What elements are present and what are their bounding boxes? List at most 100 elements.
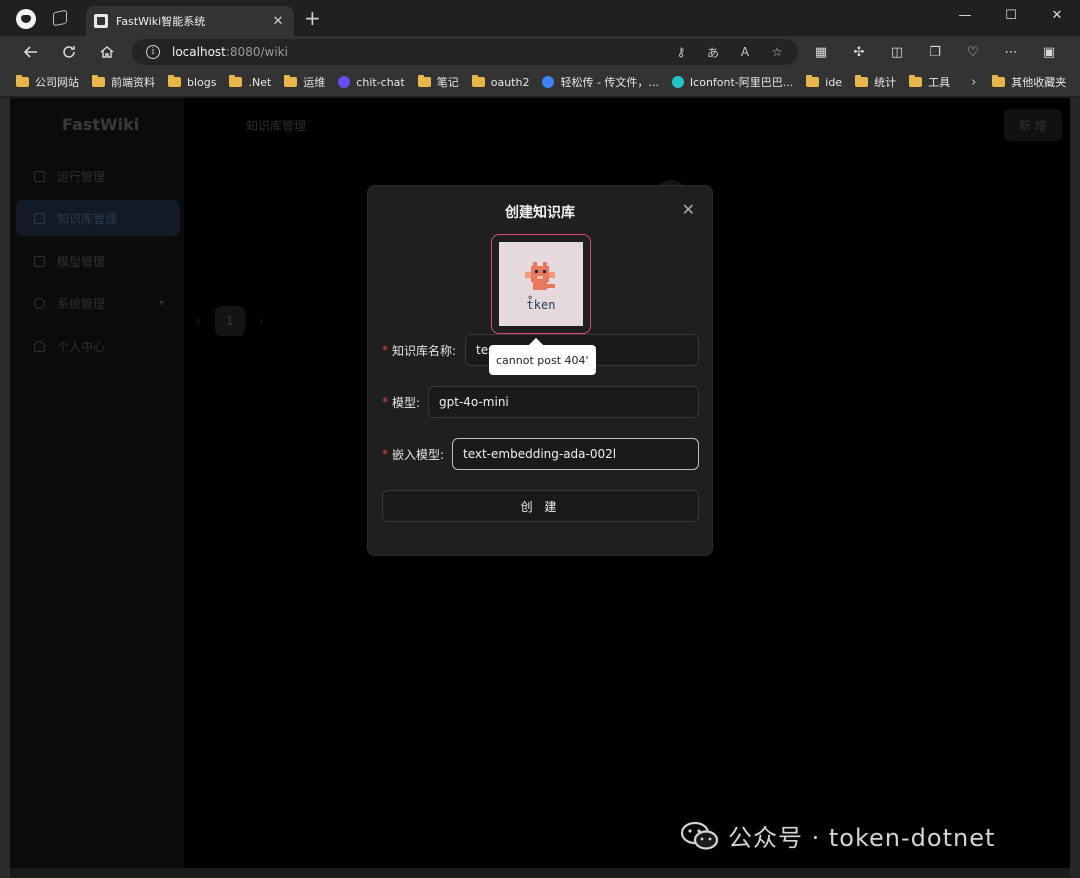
bookmark-item[interactable]: Iconfont-阿里巴巴... — [671, 74, 793, 90]
folder-icon — [229, 75, 243, 87]
folder-icon — [168, 75, 181, 87]
tab-bar: FastWiki智能系统 ✕ + — ☐ ✕ — [0, 0, 1080, 36]
model-select[interactable]: gpt-4o-mini — [428, 386, 699, 418]
pagination: ‹ 1 › — [196, 306, 264, 336]
create-knowledge-base-modal: 创建知识库 ✕ t̊ken * 知识库名称: tes cannot post 4… — [367, 185, 713, 556]
new-tab-button[interactable]: + — [304, 8, 321, 28]
wechat-watermark: 公众号 · token-dotnet — [680, 818, 995, 853]
collections-icon[interactable]: ❐ — [926, 43, 944, 61]
browser-chrome: FastWiki智能系统 ✕ + — ☐ ✕ i localhost :8080… — [0, 0, 1080, 98]
avatar-upload[interactable]: t̊ken — [491, 234, 591, 334]
tab-close-button[interactable]: ✕ — [270, 14, 286, 29]
token-logo-image: t̊ken — [499, 242, 583, 326]
folder-icon — [471, 75, 485, 87]
folder-icon — [417, 75, 431, 87]
sidebar-item-knowledge-base[interactable]: 知识库管理 — [16, 200, 180, 236]
close-icon[interactable]: ✕ — [682, 200, 695, 219]
bookmark-item[interactable]: ide — [806, 75, 842, 89]
pagination-prev-button[interactable]: ‹ — [196, 314, 201, 328]
browser-toolbar: i localhost :8080/wiki ⚷ あ A ☆ ▦ ✣ ◫ ❐ ♡… — [0, 36, 1080, 68]
browser-tab-fastwiki[interactable]: FastWiki智能系统 ✕ — [86, 6, 294, 36]
tab-title: FastWiki智能系统 — [116, 15, 206, 28]
settings-icon — [34, 297, 45, 309]
required-mark: * — [382, 447, 388, 461]
model-icon — [34, 255, 45, 267]
more-menu-icon[interactable]: ⋯ — [1002, 43, 1020, 61]
pagination-next-button[interactable]: › — [259, 314, 264, 328]
document-icon — [34, 212, 45, 224]
create-button[interactable]: 创 建 — [382, 490, 699, 522]
bookmark-item[interactable]: chit-chat — [338, 76, 405, 89]
refresh-icon[interactable] — [58, 41, 80, 63]
workspaces-icon[interactable] — [53, 9, 67, 27]
sidebar-toggle-icon[interactable]: ▣ — [1040, 43, 1058, 61]
desktop-background-right — [1070, 96, 1080, 878]
address-bar[interactable]: i localhost :8080/wiki ⚷ あ A ☆ — [132, 39, 798, 65]
sidebar-item-run-management[interactable]: 运行管理 — [16, 158, 180, 194]
folder-icon — [855, 75, 869, 87]
modal-title: 创建知识库 — [505, 205, 575, 221]
bookmark-item[interactable]: 前端资料 — [92, 74, 155, 90]
bookmark-item[interactable]: blogs — [168, 75, 216, 89]
iconfont-logo-icon — [671, 76, 684, 88]
profile-avatar-icon[interactable] — [16, 9, 36, 29]
extensions-icon[interactable]: ✣ — [850, 43, 868, 61]
chevron-down-icon: ▾ — [158, 297, 164, 309]
bookmark-item[interactable]: oauth2 — [471, 75, 529, 89]
wechat-icon — [680, 821, 719, 850]
bookmark-item[interactable]: 运维 — [284, 74, 325, 90]
folder-icon — [806, 75, 820, 87]
bookmarks-bar: 公司网站 前端资料 blogs .Net 运维 chit-chat 笔记 oau… — [0, 68, 1080, 96]
folder-icon — [909, 75, 923, 87]
maximize-button[interactable]: ☐ — [988, 0, 1034, 30]
home-icon[interactable] — [96, 41, 118, 63]
sidebar-item-model-management[interactable]: 模型管理 — [16, 243, 180, 279]
bookmark-item[interactable]: .Net — [229, 75, 271, 89]
read-aloud-icon[interactable]: A — [736, 43, 754, 61]
split-screen-icon[interactable]: ◫ — [888, 43, 906, 61]
site-info-icon[interactable]: i — [146, 45, 160, 59]
menu-icon — [34, 170, 45, 182]
page-title: 知识库管理 — [246, 119, 307, 133]
fastwiki-favicon-icon — [94, 14, 108, 28]
sidebar-item-personal-center[interactable]: 个人中心 — [16, 328, 180, 364]
performance-icon[interactable]: ♡ — [964, 43, 982, 61]
app-logo: FastWiki — [62, 115, 140, 134]
chat-logo-icon — [338, 76, 351, 88]
name-field-label: * 知识库名称: — [382, 343, 457, 358]
sidebar-item-system-management[interactable]: 系统管理 ▾ — [16, 285, 180, 321]
folder-icon — [92, 75, 105, 87]
bookmark-item[interactable]: 统计 — [855, 74, 896, 90]
embedding-field-label: * 嵌入模型: — [382, 447, 445, 462]
pagination-page-1[interactable]: 1 — [214, 306, 245, 336]
embedding-model-input[interactable]: text-embedding-ada-002l — [452, 438, 699, 470]
close-window-button[interactable]: ✕ — [1034, 0, 1080, 30]
dragon-icon — [525, 262, 555, 290]
cloud-logo-icon — [542, 76, 555, 88]
minimize-button[interactable]: — — [942, 0, 988, 30]
url-host: localhost — [172, 45, 226, 59]
sidebar: FastWiki 运行管理 知识库管理 模型管理 系统管理 ▾ 个人中心 — [10, 98, 184, 868]
desktop-background-left — [0, 0, 10, 878]
folder-icon — [16, 75, 29, 87]
translate-icon[interactable]: あ — [704, 43, 722, 61]
qr-code-icon[interactable]: ▦ — [812, 43, 830, 61]
model-field-label: * 模型: — [382, 395, 421, 410]
folder-icon — [992, 75, 1006, 87]
toolbar-actions: ▦ ✣ ◫ ❐ ♡ ⋯ ▣ — [812, 43, 1058, 61]
token-logo-text: t̊ken — [526, 298, 556, 312]
favorite-star-icon[interactable]: ☆ — [768, 43, 786, 61]
folder-icon — [284, 75, 298, 87]
error-tooltip: cannot post 404' — [489, 345, 596, 375]
key-icon[interactable]: ⚷ — [672, 43, 690, 61]
bookmark-item[interactable]: 公司网站 — [16, 74, 79, 90]
add-button[interactable]: 新 增 — [1004, 109, 1062, 141]
bookmark-item[interactable]: 工具 — [909, 74, 950, 90]
address-bar-actions: ⚷ あ A ☆ — [672, 43, 786, 61]
required-mark: * — [382, 343, 388, 357]
back-arrow-icon[interactable] — [20, 41, 42, 63]
bookmarks-overflow-chevron-icon[interactable]: › — [971, 75, 976, 90]
other-bookmarks-folder[interactable]: 其他收藏夹 — [992, 74, 1066, 90]
bookmark-item[interactable]: 笔记 — [417, 74, 459, 90]
bookmark-item[interactable]: 轻松传 - 传文件，... — [542, 74, 659, 90]
